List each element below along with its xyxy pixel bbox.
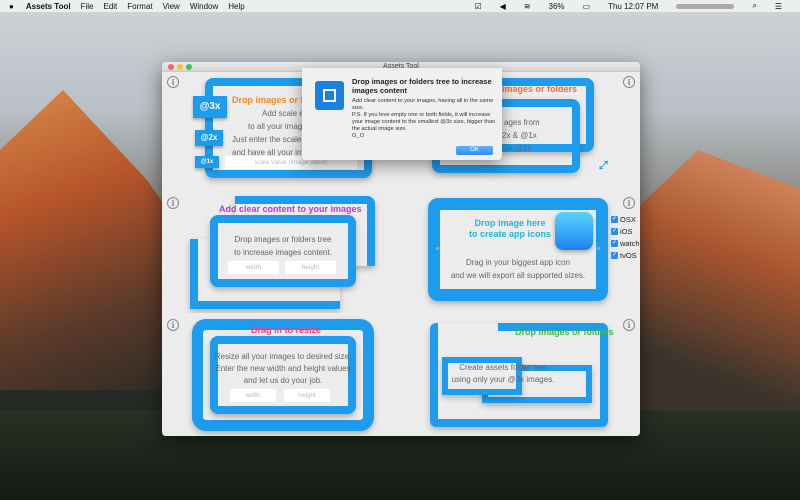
panel-folders[interactable]: i Drop images or folders Create assets f…: [402, 315, 640, 436]
info-icon[interactable]: i: [623, 197, 635, 209]
menu-view[interactable]: View: [163, 2, 180, 11]
menu-edit[interactable]: Edit: [103, 2, 117, 11]
panel-title: Drag in to resize: [251, 325, 322, 335]
info-dialog: Drop images or folders tree to increase …: [302, 68, 502, 160]
panel-title: Add clear content to your images: [219, 204, 362, 214]
notification-center-icon[interactable]: ☰: [775, 2, 782, 11]
menu-help[interactable]: Help: [228, 2, 244, 11]
menu-bar: ● Assets Tool File Edit Format View Wind…: [0, 0, 800, 12]
height-input[interactable]: height: [285, 261, 336, 274]
checkbox-osx[interactable]: ✓ OSX: [611, 215, 636, 224]
panel-description: Drop images or folders tree to increase i…: [234, 235, 332, 257]
info-icon[interactable]: i: [167, 197, 179, 209]
info-icon[interactable]: i: [167, 319, 179, 331]
app-icon: [315, 81, 344, 110]
status-app-icon[interactable]: ☑: [474, 2, 481, 11]
wifi-icon[interactable]: ≋: [524, 2, 531, 11]
app-icon-drop-target[interactable]: [555, 212, 593, 250]
width-input[interactable]: width: [230, 389, 276, 402]
checkbox-tvos[interactable]: ✓ tvOS: [611, 251, 637, 260]
panel-title: Drop image here to create app icons: [468, 218, 552, 239]
dialog-message: Add clear content to your images, having…: [352, 98, 496, 139]
checkbox-watch[interactable]: ✓ watch: [611, 239, 640, 248]
badge-1x: @1x: [195, 156, 219, 168]
clock[interactable]: Thu 12:07 PM: [608, 2, 658, 11]
volume-icon[interactable]: ◀: [500, 2, 506, 11]
spotlight-icon[interactable]: ⌕: [752, 1, 756, 11]
panel-description: ages from 2x & @1x ⇒ @1x: [502, 118, 540, 153]
battery-icon[interactable]: ▭: [583, 2, 591, 11]
dialog-title: Drop images or folders tree to increase …: [352, 77, 492, 95]
battery-percent: 36%: [548, 1, 565, 11]
panel-title: Drop images or f: [232, 95, 304, 105]
menu-file[interactable]: File: [81, 2, 94, 11]
panel-description: Resize all your images to desired size. E…: [214, 352, 352, 385]
wallpaper-mountain: [630, 150, 800, 410]
panel-clear-content[interactable]: i Add clear content to your images Drop …: [162, 193, 400, 313]
badge-2x: @2x: [195, 130, 223, 146]
panel-description: Drag in your biggest app icon and we will…: [450, 258, 586, 280]
panel-app-icons[interactable]: i Drop image here to create app icons Dra…: [402, 193, 640, 313]
width-input[interactable]: width: [228, 261, 279, 274]
resize-arrow-icon: ↔: [586, 148, 617, 178]
panel-description: Create assets folder tree using only your…: [451, 363, 555, 384]
info-icon[interactable]: i: [623, 76, 635, 88]
panel-title: images or folders: [502, 84, 578, 94]
info-icon[interactable]: i: [623, 319, 635, 331]
panel-title: Drop images or folders: [515, 327, 614, 337]
height-input[interactable]: height: [284, 389, 330, 402]
info-icon[interactable]: i: [167, 76, 179, 88]
menu-format[interactable]: Format: [127, 2, 152, 11]
apple-menu-icon[interactable]: ●: [9, 2, 14, 11]
close-button[interactable]: [168, 64, 174, 70]
user-name-blurred[interactable]: [676, 3, 735, 9]
panel-resize[interactable]: i Drag in to resize Resize all your imag…: [162, 315, 400, 436]
menu-window[interactable]: Window: [190, 2, 218, 11]
menu-app[interactable]: Assets Tool: [26, 2, 71, 11]
ok-button[interactable]: OK: [456, 146, 493, 155]
badge-3x: @3x: [193, 96, 227, 118]
minimize-button[interactable]: [177, 64, 183, 70]
zoom-button[interactable]: [186, 64, 192, 70]
checkbox-ios[interactable]: ✓ iOS: [611, 227, 633, 236]
